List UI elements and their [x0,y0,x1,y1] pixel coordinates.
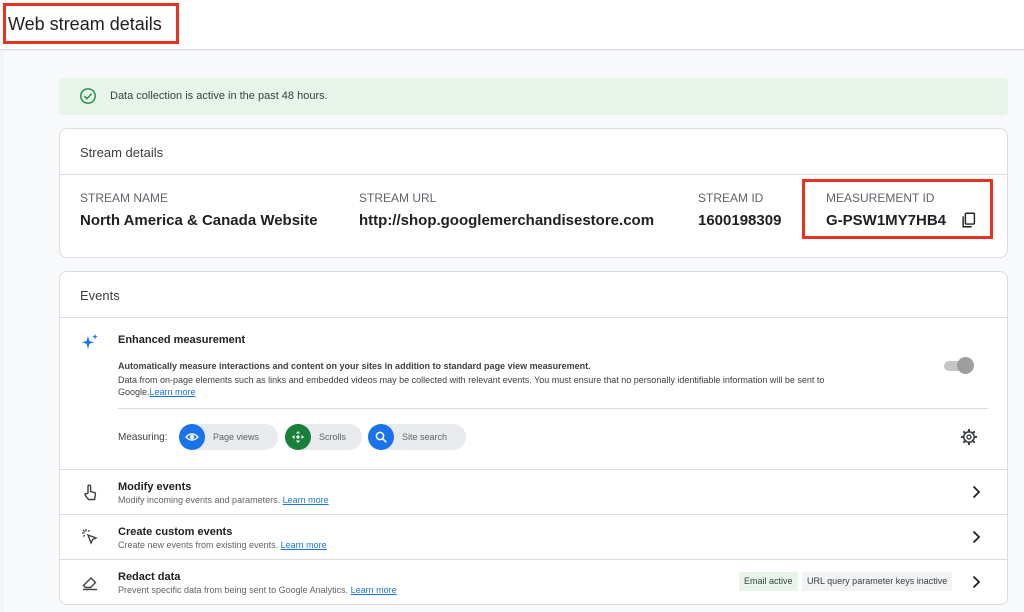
modify-events-description: Modify incoming events and parameters. [118,495,281,505]
enhanced-measurement-note: Data from on-page elements such as links… [118,375,825,385]
chip-scrolls-label: Scrolls [319,432,347,442]
redact-data-subtitle: Prevent specific data from being sent to… [118,585,397,595]
chip-site-search-circle [368,424,394,450]
chip-page-views-label: Page views [213,432,260,442]
modify-events-subtitle: Modify incoming events and parameters. L… [118,495,329,505]
create-custom-events-learn-more-link[interactable]: Learn more [281,540,327,550]
modify-events-learn-more-link[interactable]: Learn more [283,495,329,505]
chip-site-search[interactable]: Site search [368,424,466,450]
chip-site-search-label: Site search [402,432,448,442]
enhanced-learn-more-link[interactable]: Learn more [150,387,196,397]
row-modify-events[interactable]: Modify events Modify incoming events and… [60,469,1007,514]
enhanced-measurement-toggle[interactable] [944,357,974,374]
redact-data-title: Redact data [118,571,181,583]
sparkle-icon [82,333,98,349]
status-banner: Data collection is active in the past 48… [59,78,1008,115]
stream-url-value: http://shop.googlemerchandisestore.com [359,212,655,229]
chevron-right-icon [972,485,981,499]
enhanced-note-google: Google. [118,387,150,397]
enhanced-measurement-description: Automatically measure interactions and c… [118,361,591,371]
create-custom-events-title: Create custom events [118,526,233,538]
events-header: Events [60,272,1007,318]
row-redact-data[interactable]: Redact data Prevent specific data from b… [60,559,1007,604]
row-create-custom-events[interactable]: Create custom events Create new events f… [60,514,1007,559]
stream-id-value: 1600198309 [698,212,782,229]
create-custom-events-description: Create new events from existing events. [118,540,279,550]
stream-url-label: STREAM URL [359,191,437,205]
stream-details-header: Stream details [60,129,1007,175]
stream-id-label: STREAM ID [698,191,764,205]
divider [118,408,988,409]
redact-data-learn-more-link[interactable]: Learn more [351,585,397,595]
chip-scrolls-circle [285,424,311,450]
enhanced-measurement-note-end: Google.Learn more [118,387,196,397]
measuring-label: Measuring: [118,432,168,443]
stream-name-label: STREAM NAME [80,191,169,205]
eye-icon [185,433,199,441]
eraser-icon [82,577,97,591]
stream-name-value: North America & Canada Website [80,212,318,229]
events-heading: Events [80,288,120,303]
chevron-right-icon [972,530,981,544]
chevron-right-icon [972,575,981,589]
redact-data-description: Prevent specific data from being sent to… [118,585,349,595]
stream-details-heading: Stream details [80,145,164,160]
gear-icon[interactable] [959,427,979,447]
email-status-badge: Email active [739,572,798,591]
title-highlight-box [3,3,179,44]
banner-text: Data collection is active in the past 48… [110,90,328,102]
move-icon [292,431,304,443]
search-icon [375,431,387,443]
create-custom-events-subtitle: Create new events from existing events. … [118,540,327,550]
chip-page-views[interactable]: Page views [179,424,278,450]
modify-events-title: Modify events [118,481,192,493]
enhanced-measurement-title: Enhanced measurement [118,334,246,346]
url-params-status-badge: URL query parameter keys inactive [802,572,953,591]
touch-icon [84,484,97,501]
toggle-knob [957,357,974,374]
events-card: Events Enhanced measurement Automaticall… [59,271,1008,605]
chip-page-views-circle [179,424,205,450]
measurement-id-highlight-box [802,179,993,239]
click-sparkle-icon [82,529,98,545]
chip-scrolls[interactable]: Scrolls [285,424,362,450]
check-circle-icon [80,88,96,104]
